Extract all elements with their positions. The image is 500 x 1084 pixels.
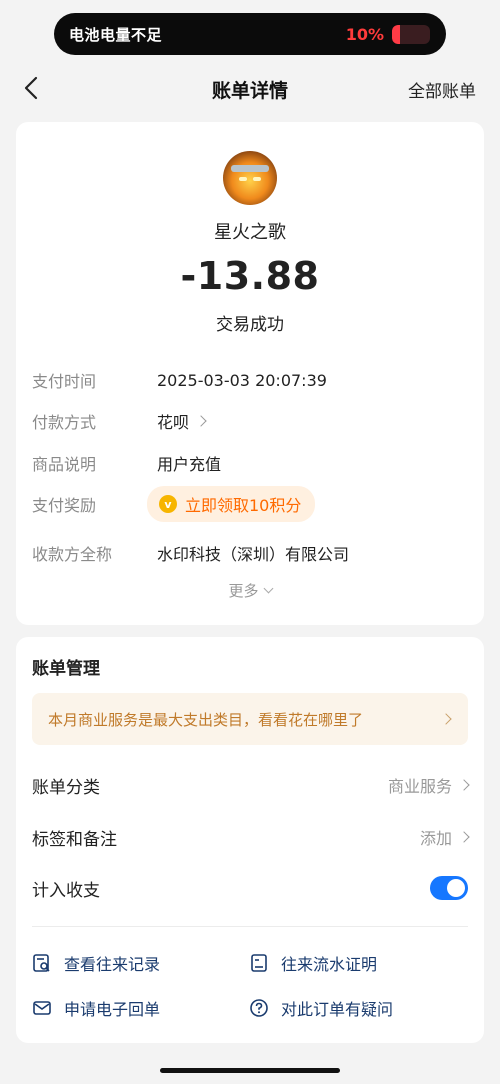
document-icon [251, 954, 267, 972]
transaction-status: 交易成功 [216, 315, 284, 335]
detail-key: 支付时间 [32, 372, 97, 391]
battery-warning-text: 电池电量不足 [69, 25, 163, 44]
chevron-right-icon [195, 415, 207, 427]
battery-icon [392, 24, 430, 44]
bill-category-value-wrap: 商业服务 [387, 773, 470, 797]
e-receipt-action[interactable]: 申请电子回单 [32, 996, 160, 1020]
pay-method-value: 花呗 [157, 413, 190, 432]
detail-key: 支付奖励 [32, 496, 97, 515]
merchant-avatar [223, 151, 277, 205]
chevron-right-icon [440, 713, 452, 725]
detail-row-reward: 支付奖励 v 立即领取10积分 [32, 486, 468, 522]
action-label: 对此订单有疑问 [281, 1000, 394, 1019]
merchant-name: 星火之歌 [214, 222, 286, 243]
detail-row-payee: 收款方全称 水印科技（深圳）有限公司 [32, 538, 468, 568]
claim-points-button[interactable]: v 立即领取10积分 [147, 486, 316, 522]
income-expense-label: 计入收支 [32, 880, 100, 901]
detail-row-pay-method[interactable]: 付款方式 花呗 [32, 406, 468, 436]
detail-row-pay-time: 支付时间 2025-03-03 20:07:39 [32, 365, 468, 395]
more-button[interactable]: 更多 [16, 580, 484, 601]
detail-value: 2025-03-03 20:07:39 [157, 370, 327, 390]
chevron-right-icon [458, 779, 470, 791]
bill-category-value: 商业服务 [387, 777, 452, 796]
spending-tip-text: 本月商业服务是最大支出类目，看看花在哪里了 [48, 710, 364, 729]
section-title: 账单管理 [32, 659, 100, 679]
battery-level-fill [392, 24, 400, 44]
divider [32, 926, 468, 927]
tags-notes-value-wrap: 添加 [419, 825, 470, 849]
detail-key: 商品说明 [32, 455, 97, 474]
tags-notes-value: 添加 [419, 829, 452, 848]
detail-row-description: 商品说明 用户充值 [32, 448, 468, 478]
action-label: 往来流水证明 [281, 955, 378, 974]
claim-points-label: 立即领取10积分 [185, 496, 302, 515]
detail-value: 用户充值 [157, 455, 222, 474]
home-indicator[interactable] [160, 1068, 340, 1073]
bill-category-row[interactable]: 账单分类 商业服务 [32, 770, 470, 800]
nav-bar: 账单详情 全部账单 [0, 66, 500, 110]
detail-key: 付款方式 [32, 413, 97, 432]
all-bills-link[interactable]: 全部账单 [408, 77, 476, 102]
toggle-knob [447, 879, 465, 897]
income-expense-toggle[interactable] [430, 876, 468, 900]
income-expense-row: 计入收支 [32, 873, 468, 903]
transaction-proof-action[interactable]: 往来流水证明 [249, 951, 377, 975]
detail-value-wrap[interactable]: 花呗 [157, 409, 207, 433]
more-label: 更多 [228, 582, 259, 600]
chevron-down-icon [263, 583, 273, 594]
bill-detail-card: 星火之歌 -13.88 交易成功 支付时间 2025-03-03 20:07:3… [16, 122, 484, 625]
detail-value: 水印科技（深圳）有限公司 [157, 545, 350, 564]
spending-tip-banner[interactable]: 本月商业服务是最大支出类目，看看花在哪里了 [32, 693, 468, 745]
battery-percent: 10% [345, 24, 384, 44]
chevron-right-icon [458, 831, 470, 843]
amount: -13.88 [180, 254, 320, 298]
bill-category-label: 账单分类 [32, 777, 100, 798]
order-question-action[interactable]: 对此订单有疑问 [249, 996, 393, 1020]
action-label: 申请电子回单 [64, 1000, 161, 1019]
bill-management-card: 账单管理 本月商业服务是最大支出类目，看看花在哪里了 账单分类 商业服务 标签和… [16, 637, 484, 1043]
tags-notes-row[interactable]: 标签和备注 添加 [32, 822, 470, 852]
question-icon [250, 999, 268, 1017]
action-label: 查看往来记录 [64, 955, 161, 974]
battery-status: 10% [345, 24, 430, 44]
detail-key: 收款方全称 [32, 545, 113, 564]
view-history-action[interactable]: 查看往来记录 [32, 951, 160, 975]
search-document-icon [33, 954, 50, 972]
tags-notes-label: 标签和备注 [32, 829, 117, 850]
coin-icon: v [159, 495, 177, 513]
mail-icon [33, 1001, 51, 1015]
battery-warning-banner: 电池电量不足 10% [54, 13, 446, 55]
